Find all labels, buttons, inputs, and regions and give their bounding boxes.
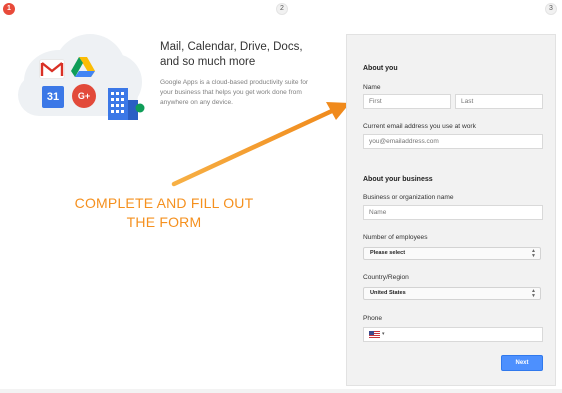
- first-name-input[interactable]: [363, 94, 451, 109]
- phone-input[interactable]: ▾: [363, 327, 543, 342]
- intro-headline-line2: and so much more: [160, 56, 256, 68]
- step-indicator: 1 2 3: [0, 0, 562, 18]
- business-name-input[interactable]: [363, 205, 543, 220]
- step-1-badge: 1: [3, 3, 15, 15]
- gmail-icon: [40, 60, 64, 78]
- next-button[interactable]: Next: [501, 355, 543, 371]
- country-select-value: United States: [370, 290, 406, 296]
- intro-headline: Mail, Calendar, Drive, Docs, and so much…: [160, 40, 330, 70]
- name-label: Name: [363, 84, 381, 91]
- employees-label: Number of employees: [363, 234, 428, 241]
- drive-icon: [70, 56, 96, 78]
- last-name-input[interactable]: [455, 94, 543, 109]
- annotation-line1: COMPLETE AND FILL OUT: [74, 195, 254, 211]
- calendar-icon: 31: [42, 86, 64, 108]
- country-code-caret-icon[interactable]: ▾: [382, 328, 385, 341]
- intro-headline-line1: Mail, Calendar, Drive, Docs,: [160, 41, 303, 53]
- email-input[interactable]: [363, 134, 543, 149]
- annotation-text: COMPLETE AND FILL OUT THE FORM: [54, 194, 274, 232]
- phone-label: Phone: [363, 315, 383, 322]
- employees-select-value: Please select: [370, 250, 406, 256]
- employees-select[interactable]: Please select ▲ ▼: [363, 247, 541, 260]
- intro-description: Google Apps is a cloud-based productivit…: [160, 79, 309, 106]
- step-3-badge: 3: [545, 3, 557, 15]
- select-caret-icon: ▲ ▼: [531, 248, 536, 259]
- email-label: Current email address you use at work: [363, 123, 476, 130]
- google-plus-icon: G+: [72, 84, 96, 108]
- step-2-badge: 2: [276, 3, 288, 15]
- us-flag-icon[interactable]: [369, 331, 380, 338]
- about-you-heading: About you: [363, 65, 398, 72]
- building-icon: [106, 86, 145, 120]
- country-select[interactable]: United States ▲ ▼: [363, 287, 541, 300]
- country-label: Country/Region: [363, 274, 409, 281]
- business-name-label: Business or organization name: [363, 194, 454, 201]
- page-footer-divider: [0, 389, 562, 393]
- about-business-heading: About your business: [363, 176, 433, 183]
- annotation-line2: THE FORM: [126, 214, 202, 230]
- select-caret-icon: ▲ ▼: [531, 288, 536, 299]
